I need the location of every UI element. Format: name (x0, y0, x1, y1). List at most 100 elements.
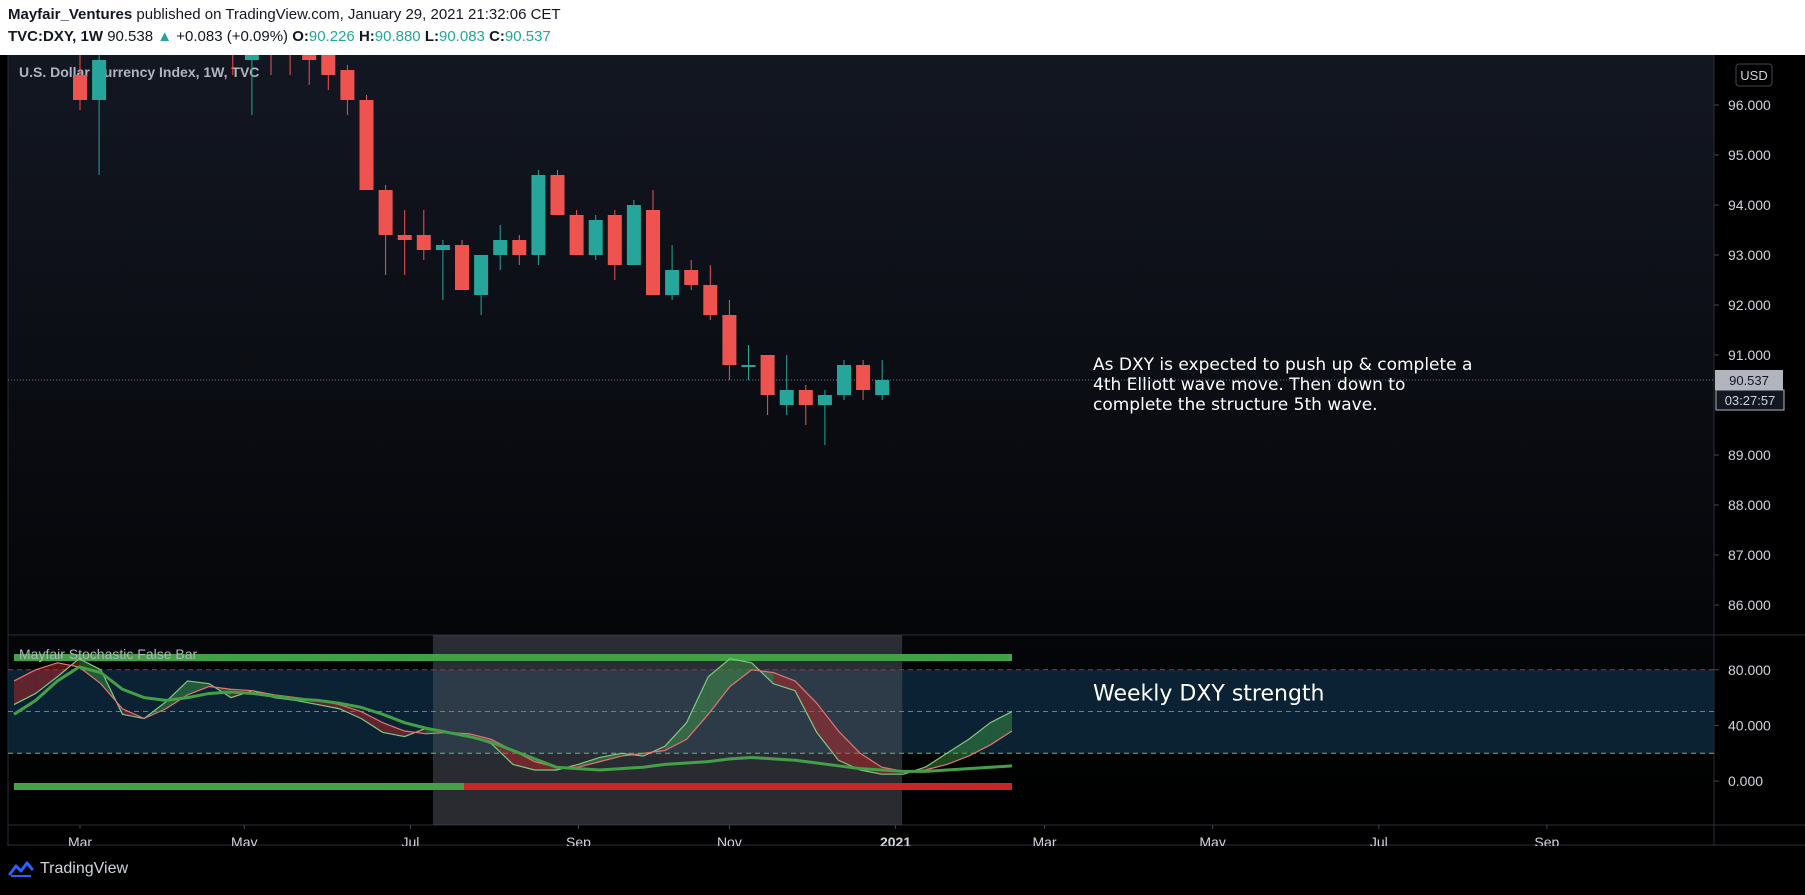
tradingview-brand: TradingView (40, 860, 129, 877)
indicator-tick-label: 0.000 (1728, 773, 1763, 789)
indicator-axis: 80.000 40.000 0.000 (1714, 662, 1771, 789)
candle-body[interactable] (779, 390, 794, 405)
high-value: 90.880 (374, 28, 421, 45)
low-label: L: (424, 28, 439, 45)
open-label: O: (292, 28, 309, 45)
candle-body[interactable] (741, 365, 756, 367)
last-price: 90.538 (107, 28, 154, 45)
candle-body[interactable] (588, 220, 603, 255)
candle[interactable] (531, 170, 546, 265)
candle-body[interactable] (817, 395, 832, 405)
chart-canvas[interactable]: U.S. Dollar Currency Index, 1W, TVC As DX… (0, 55, 1805, 846)
annotation-line: 4th Elliott wave move. Then down to (1093, 375, 1405, 395)
chart-frame[interactable]: U.S. Dollar Currency Index, 1W, TVC As DX… (0, 55, 1805, 846)
candle-body[interactable] (244, 55, 259, 60)
candle-body[interactable] (626, 205, 641, 265)
price-tick-label: 91.000 (1728, 347, 1771, 363)
candle-body[interactable] (397, 235, 412, 240)
candle-body[interactable] (455, 245, 469, 290)
candle-body[interactable] (474, 255, 489, 295)
indicator-tick-label: 80.000 (1728, 662, 1771, 678)
candle-body[interactable] (512, 240, 527, 255)
candle-body[interactable] (340, 70, 355, 100)
arrow-up-icon: ▲ (157, 28, 173, 45)
time-tick-label: Mar (68, 834, 92, 846)
candle[interactable] (837, 360, 851, 400)
currency-label: USD (1740, 68, 1767, 83)
price-tick-label: 96.000 (1728, 97, 1771, 113)
price-tick-label: 92.000 (1728, 297, 1771, 313)
time-axis[interactable]: Mar May Jul Sep Nov 2021 Mar May Jul Sep (68, 825, 1560, 846)
candle-body[interactable] (646, 210, 660, 295)
candle-body[interactable] (73, 75, 87, 100)
candle-body[interactable] (550, 175, 565, 215)
candle-body[interactable] (435, 245, 450, 250)
symbol-label[interactable]: TVC:DXY, 1W (8, 28, 103, 45)
time-tick-label: Mar (1032, 834, 1056, 846)
candle[interactable] (359, 95, 374, 190)
countdown-label: 03:27:57 (1725, 393, 1776, 408)
tradingview-cloud-icon (8, 861, 34, 877)
chart-title: U.S. Dollar Currency Index, 1W, TVC (19, 64, 259, 80)
price-change: +0.083 (+0.09%) (176, 28, 289, 45)
time-tick-label: May (1199, 834, 1225, 846)
candle-body[interactable] (493, 240, 508, 255)
high-label: H: (358, 28, 375, 45)
price-axis[interactable]: USD 96.000 95.000 94.000 93.000 92.000 91.000 8… (1714, 63, 1785, 613)
price-tick-label: 89.000 (1728, 447, 1771, 463)
annotation-line: As DXY is expected to push up & complete… (1093, 355, 1472, 375)
candle-body[interactable] (856, 365, 871, 390)
close-value: 90.537 (504, 28, 551, 45)
ohlc-line: TVC:DXY, 1W 90.538 ▲ +0.083 (+0.09%) O:9… (8, 27, 551, 47)
footer-bar: TradingView (0, 846, 1805, 895)
candle-body[interactable] (665, 270, 680, 295)
bottom-signal-bar-green (14, 783, 464, 790)
candle-body[interactable] (321, 55, 336, 75)
time-tick-label: Jul (1370, 834, 1388, 846)
price-tick-label: 87.000 (1728, 547, 1771, 563)
publish-line: Mayfair_Ventures published on TradingVie… (8, 5, 561, 25)
annotation-line: complete the structure 5th wave. (1093, 395, 1378, 415)
published-text: published on TradingView.com, January 29… (136, 6, 561, 23)
publish-header: Mayfair_Ventures published on TradingVie… (0, 0, 1805, 55)
candle-body[interactable] (378, 190, 393, 235)
candle-body[interactable] (92, 60, 107, 100)
candle-body[interactable] (607, 215, 622, 265)
price-tick-label: 95.000 (1728, 147, 1771, 163)
candle-body[interactable] (722, 315, 737, 365)
candle-body[interactable] (760, 355, 775, 395)
publisher-name[interactable]: Mayfair_Ventures (8, 6, 132, 23)
candle-body[interactable] (359, 100, 374, 190)
close-label: C: (489, 28, 505, 45)
candle[interactable] (588, 215, 603, 260)
candle-body[interactable] (798, 390, 813, 405)
candle[interactable] (550, 170, 565, 215)
indicator-title: Mayfair Stochastic False Bar (19, 646, 198, 662)
candle[interactable] (455, 240, 469, 290)
time-tick-label: Sep (566, 834, 591, 846)
time-tick-label: May (231, 834, 257, 846)
price-tick-label: 86.000 (1728, 597, 1771, 613)
candle-body[interactable] (531, 175, 546, 255)
candle-body[interactable] (837, 365, 851, 395)
candle-body[interactable] (875, 380, 890, 395)
price-tick-label: 88.000 (1728, 497, 1771, 513)
price-tick-label: 94.000 (1728, 197, 1771, 213)
tradingview-logo[interactable]: TradingView (8, 860, 128, 878)
candle[interactable] (569, 210, 584, 255)
candle-body[interactable] (416, 235, 431, 250)
open-value: 90.226 (308, 28, 355, 45)
candle-body[interactable] (302, 55, 317, 60)
indicator-tick-label: 40.000 (1728, 717, 1771, 733)
price-tick-label: 93.000 (1728, 247, 1771, 263)
bottom-signal-bar-red (464, 783, 1012, 790)
candle-body[interactable] (703, 285, 718, 315)
time-tick-label: Jul (401, 834, 419, 846)
time-tick-label: Nov (717, 834, 742, 846)
candle-body[interactable] (684, 270, 699, 285)
time-tick-label: Sep (1534, 834, 1559, 846)
last-price-tag-label: 90.537 (1729, 373, 1769, 388)
candle[interactable] (626, 200, 641, 265)
candle-body[interactable] (569, 215, 584, 255)
time-tick-label: 2021 (880, 834, 911, 846)
